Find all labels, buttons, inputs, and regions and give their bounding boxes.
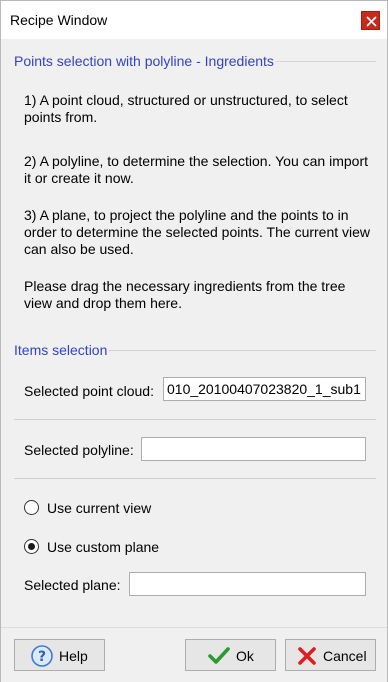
plane-field[interactable] [129,572,366,596]
point-cloud-field[interactable]: 010_20100407023820_1_sub1 [163,377,366,401]
radio-custom-plane-label[interactable]: Use custom plane [47,539,159,555]
close-icon [366,16,377,27]
items-group-title: Items selection [14,342,110,358]
polyline-label: Selected polyline: [24,442,134,458]
ok-button[interactable]: Ok [185,639,276,671]
checkmark-icon [208,647,230,664]
separator-1 [14,419,376,420]
ingredient-step-1: 1) A point cloud, structured or unstruct… [24,92,348,125]
cancel-button-label: Cancel [323,648,367,664]
recipe-window: Recipe Window Points selection with poly… [0,0,388,682]
window-title: Recipe Window [10,12,108,28]
polyline-field[interactable] [141,437,366,461]
radio-current-view[interactable] [24,500,39,515]
svg-text:?: ? [38,649,46,665]
radio-custom-plane[interactable] [24,539,39,554]
ingredients-group-title: Points selection with polyline - Ingredi… [14,53,276,69]
point-cloud-label: Selected point cloud: [24,383,154,399]
dialog-content: Points selection with polyline - Ingredi… [1,39,387,682]
help-button-label: Help [59,648,88,664]
radio-current-view-label[interactable]: Use current view [47,500,151,516]
cancel-button[interactable]: Cancel [285,639,376,671]
x-cross-icon [298,647,316,665]
drag-drop-instruction: Please drag the necessary ingredients fr… [24,278,346,311]
ingredient-step-3: 3) A plane, to project the polyline and … [24,207,371,257]
help-button[interactable]: ? Help [14,639,105,671]
radio-selected-dot [28,543,35,550]
footer-divider [1,627,387,628]
plane-label: Selected plane: [24,577,121,593]
close-button[interactable] [361,11,380,30]
point-cloud-value: 010_20100407023820_1_sub1 [167,381,361,397]
question-circle-icon: ? [31,645,53,667]
ok-button-label: Ok [236,648,254,664]
title-bar[interactable]: Recipe Window [1,1,387,39]
ingredient-step-2: 2) A polyline, to determine the selectio… [24,153,368,186]
separator-2 [14,478,376,479]
